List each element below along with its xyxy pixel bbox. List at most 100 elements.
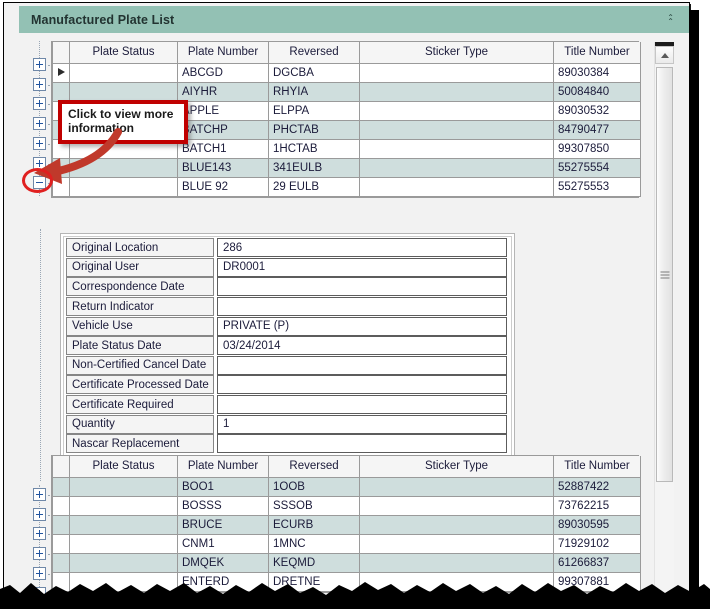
cell-title-number[interactable]: 89030384 [554,63,641,82]
cell-plate-number[interactable]: BLUE 92 [178,177,269,196]
cell-sticker-type[interactable] [360,120,554,139]
table-row[interactable]: DMQEKKEQMD 61266837 [53,553,641,572]
row-expand-icon[interactable] [33,527,46,540]
row-expand-icon[interactable] [33,488,46,501]
cell-plate-number[interactable]: AIYHR [178,82,269,101]
cell-title-number[interactable]: 89030532 [554,101,641,120]
cell-sticker-type[interactable] [360,572,554,591]
cell-reversed[interactable]: ELPPA [269,101,360,120]
detail-field-input[interactable]: 286 [217,238,507,257]
cell-title-number[interactable]: 55275553 [554,177,641,196]
cell-sticker-type[interactable] [360,553,554,572]
detail-field-input[interactable] [217,277,507,296]
cell-sticker-type[interactable] [360,534,554,553]
column-header-title-number[interactable]: Title Number [554,456,641,477]
column-header-plate-status[interactable]: Plate Status [70,42,178,63]
detail-field-input[interactable] [217,434,507,453]
column-header-title-number[interactable]: Title Number [554,42,641,63]
row-selector-cell[interactable] [53,553,70,572]
cell-reversed[interactable]: SSSOB [269,496,360,515]
cell-title-number[interactable]: 50084840 [554,82,641,101]
cell-sticker-type[interactable] [360,101,554,120]
row-expand-icon[interactable] [33,547,46,560]
table-row[interactable]: BLUE 9229 EULB55275553 [53,177,641,196]
cell-reversed[interactable]: KEQMD [269,553,360,572]
cell-sticker-type[interactable] [360,82,554,101]
cell-plate-number[interactable]: ENTERD [178,572,269,591]
cell-title-number[interactable]: 89030595 [554,515,641,534]
cell-plate-number[interactable]: CNM1 [178,534,269,553]
cell-plate-number[interactable]: BRUCE [178,515,269,534]
table-row[interactable]: BRUCEECURB 89030595 [53,515,641,534]
cell-plate-number[interactable]: ABCGD [178,63,269,82]
cell-reversed[interactable]: PHCTAB [269,120,360,139]
row-selector-cell[interactable] [53,534,70,553]
column-header-plate-number[interactable]: Plate Number [178,456,269,477]
row-expand-icon[interactable] [33,567,46,580]
cell-reversed[interactable]: DGCBA [269,63,360,82]
table-row[interactable]: CNM11MNC 71929102 [53,534,641,553]
vertical-scrollbar[interactable] [654,42,674,600]
cell-sticker-type[interactable] [360,63,554,82]
table-row[interactable]: BOSSSSSSOB 73762215 [53,496,641,515]
detail-field-input[interactable]: 03/24/2014 [217,336,507,355]
table-row[interactable]: ABCGDDGCBA 89030384 [53,63,641,82]
scroll-up-button[interactable] [655,46,674,64]
cell-plate-status[interactable] [70,515,178,534]
detail-field-input[interactable]: 1 [217,415,507,434]
detail-field-input[interactable] [217,375,507,394]
cell-reversed[interactable]: 1HCTAB [269,139,360,158]
cell-plate-number[interactable]: DMQEK [178,553,269,572]
cell-sticker-type[interactable] [360,515,554,534]
row-expand-icon[interactable] [33,58,46,71]
cell-plate-status[interactable] [70,82,178,101]
row-selector-cell[interactable] [53,515,70,534]
row-expand-icon[interactable] [33,137,46,150]
cell-plate-status[interactable] [70,553,178,572]
row-selector-cell[interactable] [53,82,70,101]
detail-field-input[interactable] [217,395,507,414]
cell-sticker-type[interactable] [360,139,554,158]
cell-sticker-type[interactable] [360,496,554,515]
cell-title-number[interactable]: 99307881 [554,572,641,591]
row-selector-cell[interactable] [53,572,70,591]
table-row[interactable]: BOO11OOB 52887422 [53,477,641,496]
cell-plate-status[interactable] [70,534,178,553]
cell-title-number[interactable]: 61266837 [554,553,641,572]
cell-title-number[interactable]: 71929102 [554,534,641,553]
row-expand-icon[interactable] [33,117,46,130]
cell-plate-number[interactable]: BOSSS [178,496,269,515]
chevron-double-up-icon[interactable]: ⌃⌃ [667,16,674,24]
table-row[interactable]: ENTERDDRETNE99307881 [53,572,641,591]
cell-plate-status[interactable] [70,572,178,591]
cell-title-number[interactable]: 52887422 [554,477,641,496]
cell-reversed[interactable]: 341EULB [269,158,360,177]
column-header-reversed[interactable]: Reversed [269,42,360,63]
cell-plate-status[interactable] [70,496,178,515]
row-selector-cell[interactable] [53,477,70,496]
row-expand-icon[interactable] [33,587,46,600]
cell-plate-number[interactable]: BOO1 [178,477,269,496]
cell-reversed[interactable]: ECURB [269,515,360,534]
cell-plate-number[interactable]: APPLE [178,101,269,120]
manufactured-plate-grid-bottom[interactable]: Plate Status Plate Number Reversed Stick… [51,455,639,593]
table-row[interactable]: AIYHRRHYIA50084840 [53,82,641,101]
detail-field-input[interactable] [217,297,507,316]
detail-field-input[interactable]: PRIVATE (P) [217,317,507,336]
row-expand-icon[interactable] [33,508,46,521]
cell-title-number[interactable]: 99307850 [554,139,641,158]
cell-plate-number[interactable]: BLUE143 [178,158,269,177]
row-selector-cell[interactable] [53,158,70,177]
cell-reversed[interactable]: 1MNC [269,534,360,553]
cell-reversed[interactable]: 1OOB [269,477,360,496]
row-selector-cell[interactable] [53,63,70,82]
cell-title-number[interactable]: 84790477 [554,120,641,139]
cell-title-number[interactable]: 73762215 [554,496,641,515]
detail-field-input[interactable] [217,356,507,375]
row-selector-cell[interactable] [53,496,70,515]
column-header-sticker-type[interactable]: Sticker Type [360,42,554,63]
row-expand-icon[interactable] [33,97,46,110]
cell-plate-status[interactable] [70,477,178,496]
cell-plate-number[interactable]: BATCH1 [178,139,269,158]
column-header-sticker-type[interactable]: Sticker Type [360,456,554,477]
